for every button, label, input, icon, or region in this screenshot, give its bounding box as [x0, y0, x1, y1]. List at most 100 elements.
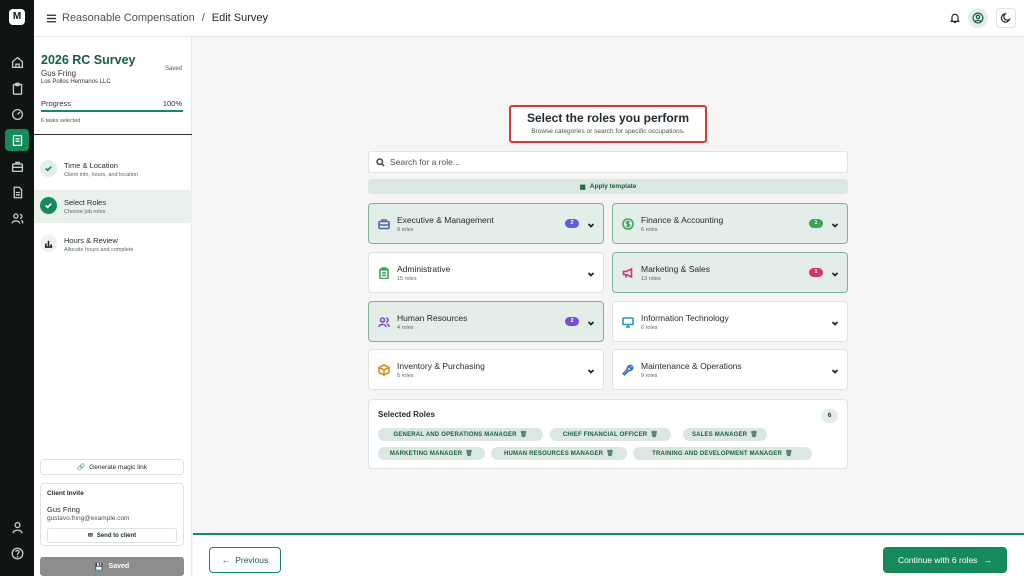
wizard-footer: ← Previous Continue with 6 roles → [193, 533, 1024, 576]
chevron-down-icon [831, 269, 839, 277]
bell-icon[interactable] [945, 8, 965, 28]
category-role-count: 5 roles [397, 373, 414, 379]
category-information-technology[interactable]: Information Technology 6 roles [612, 301, 848, 342]
breadcrumb-separator: / [201, 12, 205, 24]
step-select-roles[interactable]: Select Roles Choose job roles [34, 190, 192, 223]
step-title: Select Roles [64, 198, 107, 207]
role-chip-label: CHIEF FINANCIAL OFFICER [562, 431, 648, 438]
send-to-client-button[interactable]: ✉ Send to client [47, 528, 177, 543]
category-inventory-purchasing[interactable]: Inventory & Purchasing 5 roles [368, 349, 604, 390]
selected-roles-title: Selected Roles [378, 410, 435, 419]
category-role-count: 9 roles [641, 373, 658, 379]
step-hours-review[interactable]: Hours & Review Allocate hours and comple… [34, 228, 192, 261]
template-icon: ▦ [579, 183, 586, 191]
saved-button-label: Saved [108, 563, 130, 570]
survey-title: 2026 RC Survey [41, 53, 136, 67]
bar-chart-icon [40, 235, 57, 252]
clipboard-icon [378, 267, 390, 280]
generate-magic-link-label: Generate magic link [89, 463, 147, 471]
page-title: Select the roles you perform [526, 111, 690, 125]
saved-button[interactable]: 💾 Saved [40, 557, 184, 576]
megaphone-icon [622, 267, 634, 279]
link-icon: 🔗 [77, 464, 86, 471]
breadcrumb-root[interactable]: Reasonable Compensation [62, 12, 195, 24]
category-finance-accounting[interactable]: Finance & Accounting 6 roles 1 [612, 203, 848, 244]
step-subtitle: Allocate hours and complete [64, 247, 134, 253]
page-subtitle: Browse categories or search for specific… [531, 128, 685, 135]
step-subtitle: Client info, hours, and location [64, 172, 138, 178]
category-title: Marketing & Sales [641, 264, 710, 274]
selected-count-badge: 2 [565, 219, 579, 228]
apply-template-button[interactable]: ▦ Apply template [368, 179, 848, 194]
app-logo[interactable]: M [9, 9, 25, 25]
selected-roles-panel: Selected Roles 6 GENERAL AND OPERATIONS … [368, 399, 848, 469]
clipboard-icon[interactable] [5, 77, 29, 99]
role-chip[interactable]: HUMAN RESOURCES MANAGER 🗑 [491, 447, 627, 460]
account-icon[interactable] [968, 8, 988, 28]
previous-button[interactable]: ← Previous [209, 547, 281, 573]
top-bar: Reasonable Compensation / Edit Survey [34, 0, 1024, 37]
client-name: Gus Fring [41, 69, 77, 78]
role-chip[interactable]: MARKETING MANAGER 🗑 [378, 447, 485, 460]
theme-toggle-icon[interactable] [996, 8, 1016, 28]
category-executive-management[interactable]: Executive & Management 9 roles 2 [368, 203, 604, 244]
check-icon [40, 197, 57, 214]
box-icon [378, 364, 390, 376]
menu-icon[interactable] [46, 13, 57, 24]
category-administrative[interactable]: Administrative 15 roles [368, 252, 604, 293]
briefcase-icon[interactable] [5, 155, 29, 177]
trash-icon[interactable]: 🗑 [520, 431, 528, 438]
trash-icon[interactable]: 🗑 [750, 431, 758, 438]
progress-percent: 100% [162, 99, 182, 108]
invite-client-name: Gus Fring [47, 505, 80, 514]
category-title: Human Resources [397, 313, 468, 323]
continue-button[interactable]: Continue with 6 roles → [883, 547, 1007, 573]
category-role-count: 15 roles [397, 276, 417, 282]
arrow-right-icon: → [983, 555, 992, 565]
arrow-left-icon: ← [221, 555, 231, 565]
role-chip[interactable]: GENERAL AND OPERATIONS MANAGER 🗑 [378, 428, 543, 441]
role-chip-label: SALES MANAGER [691, 431, 748, 438]
home-icon[interactable] [5, 51, 29, 73]
progress-bar-fill [41, 110, 183, 112]
gauge-icon[interactable] [5, 103, 29, 125]
role-chip[interactable]: CHIEF FINANCIAL OFFICER 🗑 [550, 428, 671, 441]
role-search[interactable] [368, 151, 848, 173]
company-name: Los Pollos Hermanos LLC [41, 79, 111, 85]
role-chip-label: HUMAN RESOURCES MANAGER [503, 450, 604, 457]
category-role-count: 4 roles [397, 325, 414, 331]
continue-label: Continue with 6 roles [898, 555, 978, 565]
step-title: Time & Location [64, 161, 118, 170]
user-icon[interactable] [5, 516, 29, 538]
category-marketing-sales[interactable]: Marketing & Sales 13 roles 1 [612, 252, 848, 293]
trash-icon[interactable]: 🗑 [650, 431, 658, 438]
chevron-down-icon [587, 220, 595, 228]
category-role-count: 6 roles [641, 325, 658, 331]
document-icon[interactable] [5, 181, 29, 203]
search-input[interactable] [390, 154, 830, 170]
selected-count-badge: 1 [809, 219, 823, 228]
save-icon: 💾 [94, 563, 104, 571]
users-icon[interactable] [5, 207, 29, 229]
step-time-location[interactable]: Time & Location Client info, hours, and … [34, 153, 192, 186]
role-chip-label: MARKETING MANAGER [389, 450, 463, 457]
role-chip[interactable]: SALES MANAGER 🗑 [683, 428, 767, 441]
survey-icon[interactable] [5, 129, 29, 151]
category-title: Administrative [397, 264, 451, 274]
selected-roles-count: 6 [821, 409, 838, 423]
generate-magic-link-button[interactable]: 🔗 Generate magic link [40, 459, 184, 475]
dollar-icon [622, 218, 634, 230]
trash-icon[interactable]: 🗑 [606, 450, 614, 457]
trash-icon[interactable]: 🗑 [785, 450, 793, 457]
client-invite-card: Client Invite Gus Fring gustavo.fring@ex… [40, 483, 184, 546]
help-icon[interactable] [5, 542, 29, 564]
category-title: Inventory & Purchasing [397, 361, 485, 371]
role-chip-label: TRAINING AND DEVELOPMENT MANAGER [652, 450, 783, 457]
wrench-icon [622, 364, 634, 376]
category-human-resources[interactable]: Human Resources 4 roles 2 [368, 301, 604, 342]
trash-icon[interactable]: 🗑 [465, 450, 473, 457]
category-maintenance-operations[interactable]: Maintenance & Operations 9 roles [612, 349, 848, 390]
tasks-count: 6 tasks selected [41, 118, 81, 124]
briefcase-icon [378, 218, 390, 230]
role-chip[interactable]: TRAINING AND DEVELOPMENT MANAGER 🗑 [633, 447, 812, 460]
